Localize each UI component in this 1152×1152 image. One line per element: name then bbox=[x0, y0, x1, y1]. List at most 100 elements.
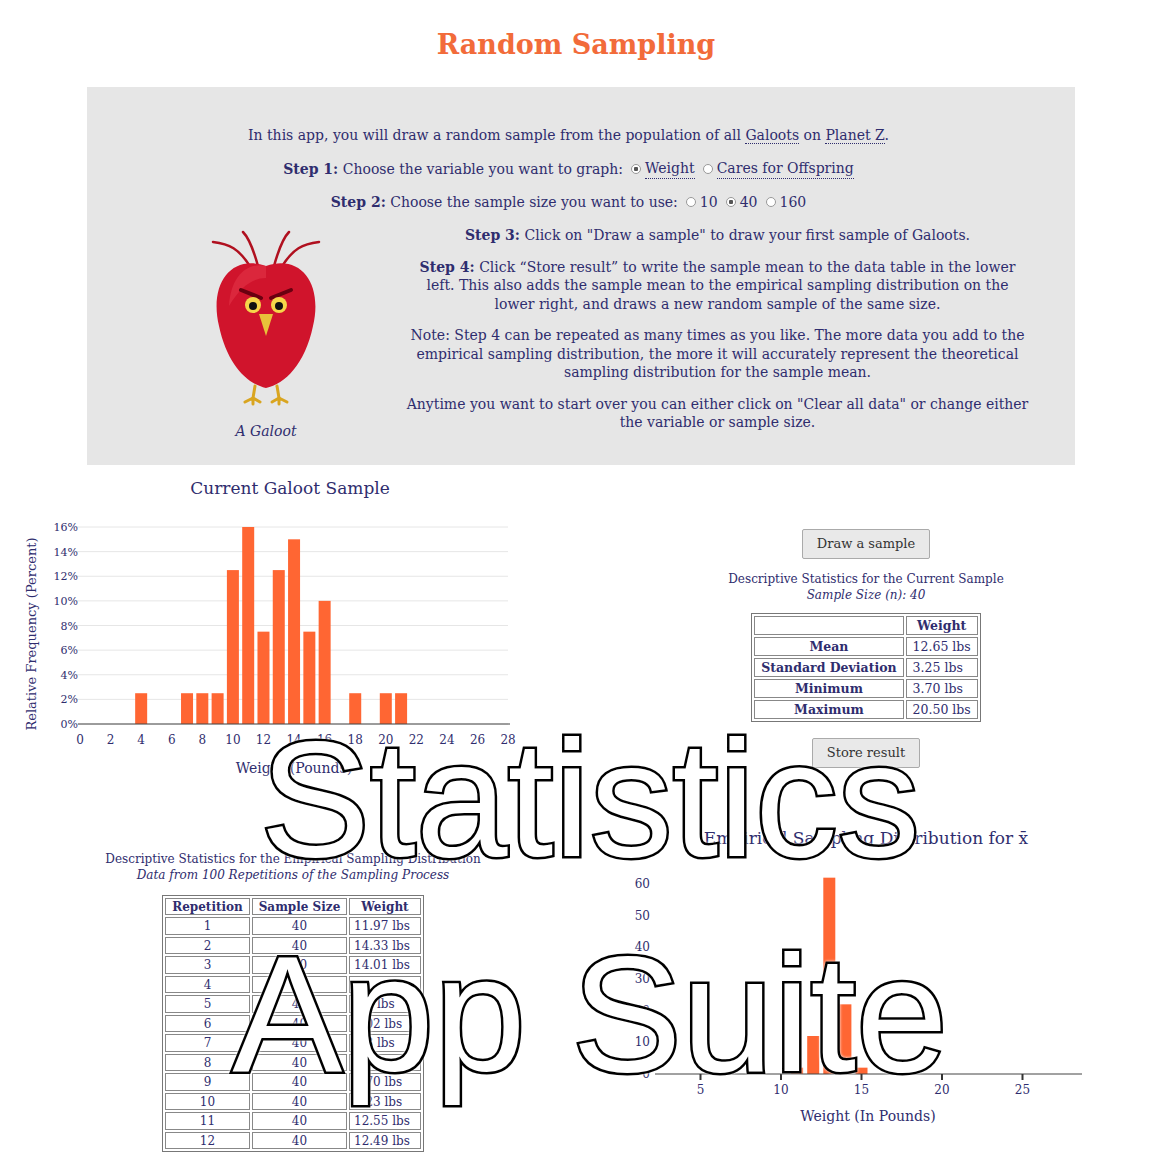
x-tick: 0 bbox=[76, 733, 84, 747]
svg-text:4%: 4% bbox=[61, 669, 78, 682]
y-axis-title: Relative Frequency (Percent) bbox=[24, 537, 39, 730]
svg-text:12%: 12% bbox=[54, 570, 78, 583]
table-cell: 1 bbox=[165, 917, 250, 935]
table-cell: 40 bbox=[252, 1073, 347, 1091]
repetitions-table: RepetitionSample SizeWeight14011.97 lbs 2… bbox=[162, 895, 424, 1152]
row-value: 12.65 lbs bbox=[906, 637, 978, 656]
table-cell: 40 bbox=[252, 1112, 347, 1130]
galoot-figure: A Galoot bbox=[107, 226, 405, 445]
table-cell: 9 bbox=[165, 1073, 250, 1091]
stats-caption: Descriptive Statistics for the Current S… bbox=[728, 571, 1004, 587]
table-row: Minimum3.70 lbs bbox=[754, 679, 978, 698]
step-paragraph: Step 3: Click on "Draw a sample" to draw… bbox=[405, 226, 1030, 245]
option-label: Weight bbox=[645, 159, 695, 179]
table-row: 840 bbox=[165, 1054, 421, 1072]
intro-part: In this app, you will draw a random samp… bbox=[248, 127, 745, 143]
column-header: Repetition bbox=[165, 898, 250, 916]
row-value: 3.70 lbs bbox=[906, 679, 978, 698]
row-label: Maximum bbox=[754, 700, 903, 719]
radio-button[interactable] bbox=[726, 197, 736, 207]
table-row: 540.69 lbs bbox=[165, 995, 421, 1013]
x-tick: 5 bbox=[697, 1074, 705, 1097]
radio-button[interactable] bbox=[703, 164, 713, 174]
draw-sample-button[interactable]: Draw a sample bbox=[802, 529, 930, 559]
table-row: 9402.70 lbs bbox=[165, 1073, 421, 1091]
distribution-bar bbox=[807, 1036, 819, 1074]
table-cell: 14.01 lbs bbox=[349, 956, 421, 974]
sample-size-option[interactable]: 160 bbox=[766, 193, 807, 212]
table-cell: 12.55 lbs bbox=[349, 1112, 421, 1130]
intro-part: on bbox=[799, 127, 825, 143]
step-text: Choose the sample size you want to use: bbox=[390, 194, 678, 210]
option-label: 10 bbox=[700, 193, 718, 212]
x-axis-title: Weight (Pounds) bbox=[236, 760, 352, 776]
step-text: Choose the variable you want to graph: bbox=[343, 161, 623, 177]
svg-text:8%: 8% bbox=[61, 619, 78, 632]
stats-table: WeightMean12.65 lbsStandard Deviation3.2… bbox=[751, 613, 981, 722]
table-row: 14011.97 lbs bbox=[165, 917, 421, 935]
svg-text:0%: 0% bbox=[61, 718, 78, 731]
step-2: Step 2: Choose the sample size you want … bbox=[107, 193, 1030, 212]
table-cell: 40 bbox=[252, 1015, 347, 1033]
step-1: Step 1: Choose the variable you want to … bbox=[107, 159, 1030, 179]
radio-button[interactable] bbox=[631, 164, 641, 174]
x-axis-title: Weight (In Pounds) bbox=[800, 1108, 935, 1124]
overlay-line: App Suite bbox=[28, 907, 1152, 1122]
y-tick: 60 bbox=[635, 877, 650, 891]
variable-option[interactable]: Weight bbox=[631, 159, 695, 179]
empirical-histogram: 0102030405060510152025Weight (In Pounds) bbox=[520, 849, 1152, 1134]
table-row: 24014.33 lbs bbox=[165, 937, 421, 955]
table-cell: 12.49 lbs bbox=[349, 1132, 421, 1150]
x-tick: 4 bbox=[137, 733, 145, 747]
histogram-bar bbox=[242, 527, 254, 724]
x-tick: 28 bbox=[500, 733, 515, 747]
svg-text:10: 10 bbox=[773, 1083, 788, 1097]
svg-text:20: 20 bbox=[934, 1083, 949, 1097]
table-cell: 4 bbox=[165, 976, 250, 994]
store-result-button[interactable]: Store result bbox=[812, 738, 920, 768]
svg-text:10%: 10% bbox=[54, 595, 78, 608]
table-header: Weight bbox=[754, 616, 978, 635]
table-row: 6404.02 lbs bbox=[165, 1015, 421, 1033]
table-cell bbox=[349, 976, 421, 994]
histogram-bar bbox=[257, 631, 269, 723]
x-tick: 6 bbox=[168, 733, 176, 747]
sample-size-option[interactable]: 40 bbox=[726, 193, 758, 212]
row-label: Minimum bbox=[754, 679, 903, 698]
y-tick: 50 bbox=[635, 908, 650, 922]
histogram-bar bbox=[181, 693, 193, 724]
radio-button[interactable] bbox=[686, 197, 696, 207]
x-tick: 12 bbox=[256, 733, 271, 747]
table-row: 114012.55 lbs bbox=[165, 1112, 421, 1130]
sample-size-caption: Sample Size (n): 40 bbox=[807, 587, 926, 603]
glossary-link[interactable]: Galoots bbox=[745, 127, 799, 144]
histogram-bar bbox=[135, 693, 147, 724]
table-cell: 8 bbox=[165, 1054, 250, 1072]
svg-text:25: 25 bbox=[1015, 1083, 1030, 1097]
x-tick: 24 bbox=[439, 733, 455, 747]
x-tick: 25 bbox=[1015, 1074, 1030, 1097]
y-tick: 30 bbox=[635, 972, 650, 986]
table-header: RepetitionSample SizeWeight bbox=[165, 898, 421, 916]
glossary-link[interactable]: Planet Z bbox=[825, 127, 884, 144]
option-label: 40 bbox=[740, 193, 758, 212]
sample-chart-panel: Current Galoot Sample0%2%4%6%8%10%12%14%… bbox=[0, 477, 520, 827]
variable-option[interactable]: Cares for Offspring bbox=[703, 159, 854, 179]
table-row: 440 bbox=[165, 976, 421, 994]
column-header: Weight bbox=[349, 898, 421, 916]
sample-size-option[interactable]: 10 bbox=[686, 193, 718, 212]
note-paragraph: Note: Step 4 can be repeated as many tim… bbox=[405, 326, 1030, 382]
empirical-chart-panel: Empirical Sampling Distribution for x̄01… bbox=[520, 827, 1152, 1152]
table-cell: 5 bbox=[165, 995, 250, 1013]
distribution-bar bbox=[856, 1067, 868, 1073]
x-tick: 18 bbox=[348, 733, 363, 747]
y-tick: 0 bbox=[642, 1067, 650, 1081]
radio-button[interactable] bbox=[766, 197, 776, 207]
x-tick: 10 bbox=[773, 1074, 788, 1097]
histogram-bar bbox=[273, 570, 285, 724]
table-row: 124012.49 lbs bbox=[165, 1132, 421, 1150]
svg-text:16%: 16% bbox=[54, 521, 78, 534]
table-cell: 7 bbox=[165, 1034, 250, 1052]
table-cell: 3.23 lbs bbox=[349, 1093, 421, 1111]
instructions-row: A GalootStep 3: Click on "Draw a sample"… bbox=[107, 226, 1030, 445]
